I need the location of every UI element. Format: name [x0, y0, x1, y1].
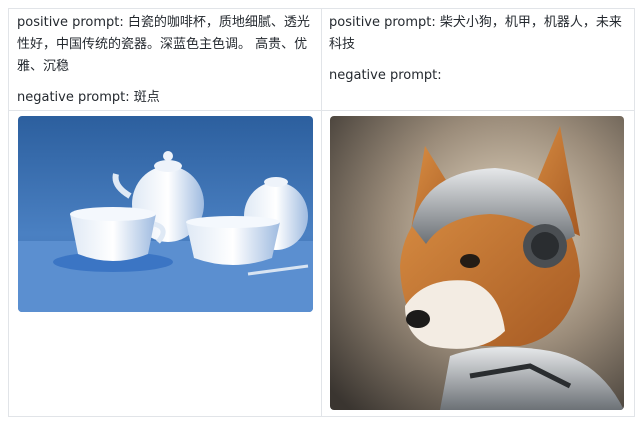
right-prompt-cell: positive prompt: 柴犬小狗，机甲，机器人，未来科技 negati… — [329, 12, 627, 87]
negative-prompt-text: negative prompt: — [329, 68, 442, 83]
porcelain-teaset-image — [18, 116, 313, 312]
robot-shiba-image — [330, 116, 624, 410]
prompt-table: positive prompt: 白瓷的咖啡杯，质地细腻、透光性好，中国传统的瓷… — [8, 8, 635, 417]
positive-prompt-text: positive prompt: 柴犬小狗，机甲，机器人，未来科技 — [329, 15, 622, 52]
left-prompt-cell: positive prompt: 白瓷的咖啡杯，质地细腻、透光性好，中国传统的瓷… — [17, 12, 317, 109]
positive-prompt-text: positive prompt: 白瓷的咖啡杯，质地细腻、透光性好，中国传统的瓷… — [17, 15, 310, 74]
negative-prompt-text: negative prompt: 斑点 — [17, 90, 160, 105]
row-divider — [9, 110, 634, 111]
column-divider — [321, 9, 322, 416]
